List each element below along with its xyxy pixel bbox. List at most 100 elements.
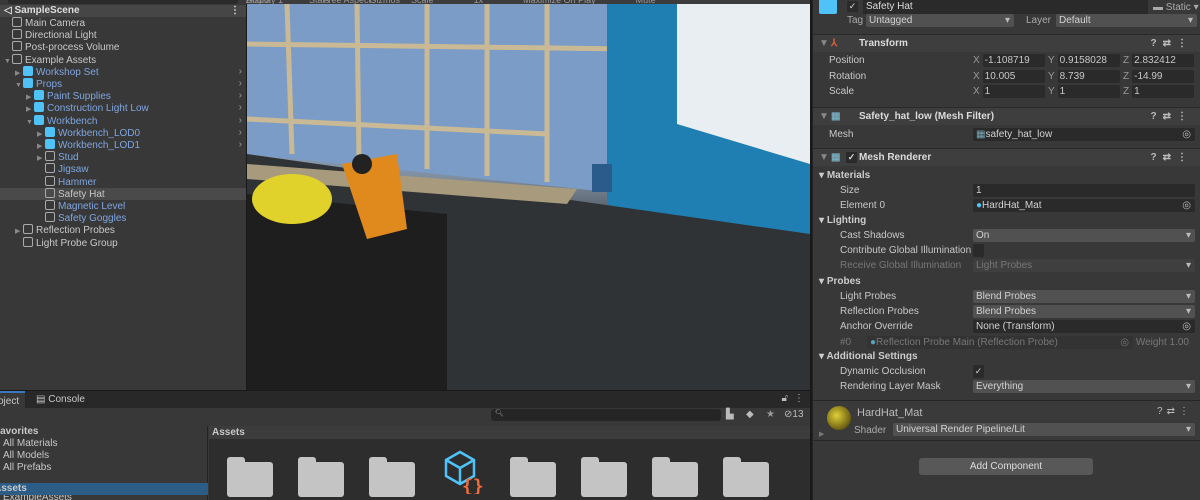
open-prefab-chevron-icon[interactable]: › (239, 139, 242, 151)
hierarchy-item[interactable]: Main Camera (0, 17, 246, 29)
mesh-renderer-header[interactable]: ▼ ▦ ✓ Mesh Renderer ?⇄⋮ (813, 148, 1200, 166)
more-menu-icon[interactable]: ⋮ (794, 393, 804, 404)
script-asset-icon[interactable]: {} (442, 450, 486, 497)
game-viewport[interactable] (247, 4, 810, 390)
cast-shadows-dropdown[interactable]: On (973, 229, 1195, 242)
collapse-arrow-icon[interactable]: ▼ (819, 108, 829, 126)
dynamic-occlusion-checkbox[interactable]: ✓ (973, 365, 984, 378)
mesh-filter-header[interactable]: ▼ ▦ Safety_hat_low (Mesh Filter) ?⇄⋮ (813, 107, 1200, 125)
hierarchy-item[interactable]: Directional Light (0, 29, 246, 41)
hierarchy-item[interactable]: Post-process Volume (0, 41, 246, 53)
lighting-foldout[interactable]: ▾ Lighting (813, 213, 1200, 228)
open-prefab-chevron-icon[interactable]: › (239, 90, 242, 102)
additional-settings-foldout[interactable]: ▾ Additional Settings (813, 349, 1200, 364)
z-value[interactable]: 2.832412 (1132, 54, 1195, 67)
folder-icon[interactable] (723, 457, 769, 497)
hierarchy-item[interactable]: ▶ Construction Light Low › (0, 102, 246, 114)
x-field[interactable]: X1 (973, 85, 1045, 98)
y-value[interactable]: 0.9158028 (1057, 54, 1120, 67)
collapse-arrow-icon[interactable]: ▼ (819, 35, 829, 53)
static-checkbox[interactable]: ▬ (1153, 2, 1166, 13)
favorite-all-models[interactable]: All Models (3, 450, 49, 461)
z-field[interactable]: Z1 (1123, 85, 1195, 98)
folder-icon[interactable] (369, 457, 415, 497)
filter-by-label-icon[interactable]: ◆ (746, 409, 754, 420)
lock-icon[interactable]: 🔓︎ (782, 393, 788, 404)
x-field[interactable]: X -1.108719 (973, 54, 1045, 67)
hierarchy-item[interactable]: ▶ Stud (0, 151, 246, 163)
add-component-button[interactable]: Add Component (919, 458, 1093, 475)
open-prefab-chevron-icon[interactable]: › (239, 127, 242, 139)
more-menu-icon[interactable]: ⋮ (230, 5, 240, 16)
shader-dropdown[interactable]: Universal Render Pipeline/Lit (893, 423, 1195, 436)
folder-icon[interactable] (298, 457, 344, 497)
hierarchy-item[interactable]: Hammer (0, 175, 246, 188)
expand-arrow-icon[interactable]: ▶ (819, 430, 824, 438)
layer-dropdown[interactable]: Default (1056, 14, 1197, 27)
mesh-field[interactable]: ▦safety_hat_low (973, 128, 1195, 141)
hierarchy-item[interactable]: ▶ Reflection Probes (0, 224, 246, 236)
element0-field[interactable]: ●HardHat_Mat (973, 199, 1195, 212)
hierarchy-item[interactable]: Safety Goggles (0, 212, 246, 224)
hidden-packages-toggle[interactable]: ⊘13 (784, 409, 804, 420)
contribute-gi-checkbox[interactable] (973, 244, 984, 257)
scene-header[interactable]: ◁ SampleScene ⋮ (0, 5, 246, 17)
folder-icon[interactable] (652, 457, 698, 497)
open-prefab-chevron-icon[interactable]: › (239, 78, 242, 90)
light-probes-dropdown[interactable]: Blend Probes (973, 290, 1195, 303)
favorite-all-prefabs[interactable]: All Prefabs (3, 462, 51, 473)
favorite-all-materials[interactable]: All Materials (3, 438, 57, 449)
hierarchy-item[interactable]: ▶ Workbench_LOD0 › (0, 126, 246, 139)
filter-by-type-icon[interactable]: ▙ (726, 409, 734, 420)
component-tools[interactable]: ?⇄⋮ (1151, 108, 1194, 126)
assets-folder-item[interactable]: Assets (0, 483, 208, 495)
x-value[interactable]: -1.108719 (982, 54, 1045, 67)
hierarchy-item[interactable]: ▼ Props › (0, 78, 246, 90)
breadcrumb[interactable]: Assets (209, 426, 810, 439)
hierarchy-item[interactable]: Safety Hat (0, 187, 246, 200)
folder-icon[interactable] (581, 457, 627, 497)
prefab-cube-icon[interactable] (819, 0, 837, 14)
component-tools[interactable]: ?⇄⋮ (1151, 35, 1194, 53)
materials-foldout[interactable]: ▾ Materials (813, 168, 1200, 183)
rendering-layer-dropdown[interactable]: Everything (973, 380, 1195, 393)
hierarchy-item[interactable]: ▶ Workbench_LOD1 › (0, 139, 246, 151)
y-field[interactable]: Y 8.739 (1048, 69, 1120, 83)
hierarchy-item[interactable]: Light Probe Group (0, 236, 246, 249)
x-value[interactable]: 1 (982, 85, 1045, 98)
open-prefab-chevron-icon[interactable]: › (239, 115, 242, 127)
y-value[interactable]: 8.739 (1057, 69, 1120, 83)
tab-project[interactable]: Project (0, 391, 26, 408)
y-field[interactable]: Y1 (1048, 85, 1120, 98)
probes-foldout[interactable]: ▾ Probes (813, 274, 1200, 289)
object-name-field[interactable]: Safety Hat (863, 0, 1148, 14)
reflection-probes-dropdown[interactable]: Blend Probes (973, 305, 1195, 318)
example-assets-folder-item[interactable]: ExampleAssets (3, 495, 72, 500)
enabled-checkbox[interactable]: ✓ (846, 152, 857, 163)
folder-icon[interactable] (510, 457, 556, 497)
tab-console[interactable]: ▤ Console (30, 391, 91, 408)
size-field[interactable]: 1 (973, 184, 1195, 197)
material-tools[interactable]: ?⇄⋮ (1157, 406, 1193, 417)
x-field[interactable]: X 10.005 (973, 69, 1045, 83)
anchor-override-field[interactable]: None (Transform) (973, 320, 1195, 333)
hierarchy-item[interactable]: Magnetic Level (0, 200, 246, 212)
hierarchy-item[interactable]: ▶ Paint Supplies › (0, 90, 246, 102)
open-prefab-chevron-icon[interactable]: › (239, 102, 242, 114)
active-checkbox[interactable]: ✓ (847, 1, 858, 12)
open-prefab-chevron-icon[interactable]: › (239, 66, 242, 78)
hierarchy-search[interactable] (8, 0, 238, 4)
hierarchy-item[interactable]: Jigsaw (0, 163, 246, 175)
favorites-star-icon[interactable]: ★ (766, 409, 775, 420)
tag-dropdown[interactable]: Untagged (866, 14, 1014, 27)
y-value[interactable]: 1 (1057, 85, 1120, 98)
component-tools[interactable]: ?⇄⋮ (1151, 149, 1194, 167)
project-search-input[interactable]: 🔍︎ (491, 409, 721, 421)
y-field[interactable]: Y 0.9158028 (1048, 54, 1120, 67)
folder-icon[interactable] (227, 457, 273, 497)
z-field[interactable]: Z 2.832412 (1123, 54, 1195, 67)
collapse-arrow-icon[interactable]: ▼ (819, 149, 829, 167)
hierarchy-item[interactable]: ▼ Workbench › (0, 114, 246, 127)
hierarchy-item[interactable]: ▶ Workshop Set › (0, 65, 246, 78)
transform-header[interactable]: ▼ ⅄ Transform ?⇄⋮ (813, 34, 1200, 52)
